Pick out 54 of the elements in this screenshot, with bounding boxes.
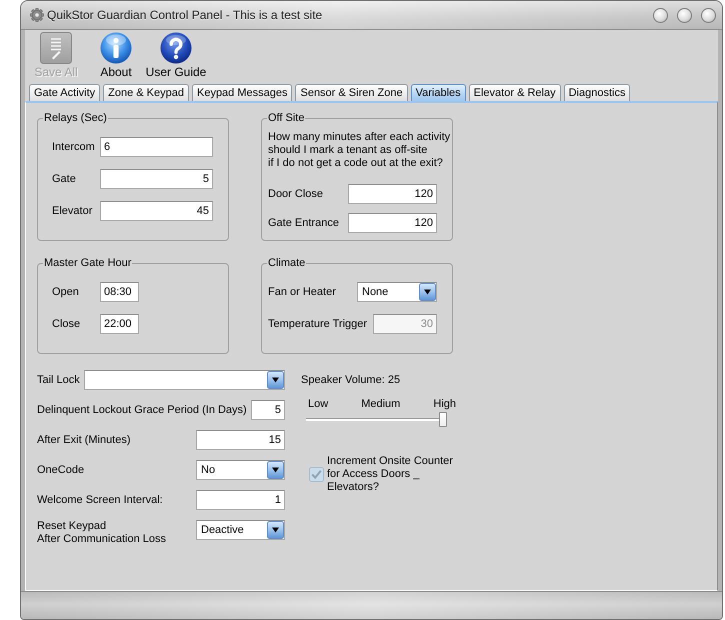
gear-icon: [30, 8, 44, 22]
tab[interactable]: Keypad Messages: [192, 84, 292, 101]
input-field[interactable]: 08:30: [100, 282, 139, 302]
input-field[interactable]: 6: [100, 137, 213, 157]
field-label: Door Close: [268, 188, 324, 200]
input-field[interactable]: 5: [100, 169, 213, 189]
window-control-button[interactable]: [677, 8, 692, 22]
checkbox-label: Increment Onsite Counter for Access Doors _ Elevators?: [327, 455, 453, 494]
dropdown[interactable]: Deactive: [196, 520, 285, 540]
field-label: Gate Entrance: [268, 216, 340, 230]
field-label: Tail Lock: [37, 374, 80, 386]
input-field[interactable]: 5: [250, 400, 285, 420]
volume-label: Speaker Volume: 25: [301, 373, 402, 388]
field-label: Fan or Heater: [268, 286, 336, 298]
field-label: Welcome Screen Interval:: [37, 494, 163, 506]
input-field[interactable]: 120: [348, 213, 437, 233]
field-label: Temperature Trigger: [268, 318, 368, 330]
window-title: QuikStor Guardian Control Panel - This is a test site: [47, 8, 322, 22]
field-label: OneCode: [37, 464, 84, 476]
field-label: Elevator: [52, 204, 94, 218]
tab[interactable]: Sensor & Siren Zone: [295, 84, 408, 101]
group-title: Master Gate Hour: [43, 257, 132, 270]
window-control-button[interactable]: [653, 8, 668, 22]
scale-label: Medium: [361, 398, 400, 411]
tab[interactable]: Elevator & Relay: [468, 84, 561, 101]
scale-label: High: [433, 398, 456, 411]
help-icon[interactable]: [160, 32, 192, 64]
toolbar-button[interactable]: User Guide: [146, 32, 206, 79]
field-label: Close: [52, 318, 82, 330]
toolbar-button[interactable]: About: [86, 32, 146, 79]
input-field[interactable]: 45: [100, 201, 213, 221]
field-label: Intercom: [52, 140, 96, 154]
field-label: Open: [52, 286, 80, 298]
info-icon[interactable]: [100, 32, 132, 64]
group-title: Off Site: [267, 112, 306, 125]
dropdown[interactable]: No: [196, 460, 285, 480]
field-label: Reset Keypad After Communication Loss: [37, 520, 166, 546]
window-control-button[interactable]: [701, 8, 716, 22]
dropdown[interactable]: None: [357, 282, 437, 302]
group-title: Climate: [267, 257, 306, 270]
field-label: After Exit (Minutes): [37, 434, 131, 446]
field-label: Gate: [52, 172, 77, 186]
field-label: Delinquent Lockout Grace Period (In Days): [37, 404, 247, 416]
group-title: Relays (Sec): [43, 112, 108, 125]
input-field[interactable]: 15: [196, 430, 285, 450]
tab[interactable]: Zone & Keypad: [103, 84, 189, 101]
tab[interactable]: Variables: [410, 84, 466, 101]
scale-label: Low: [308, 398, 328, 411]
input-field[interactable]: 22:00: [100, 314, 139, 334]
input-field[interactable]: 120: [348, 184, 437, 204]
tab[interactable]: Gate Activity: [29, 84, 100, 101]
slider-thumb[interactable]: [439, 412, 447, 427]
input-field[interactable]: 1: [196, 490, 285, 510]
tab[interactable]: Diagnostics: [564, 84, 630, 101]
